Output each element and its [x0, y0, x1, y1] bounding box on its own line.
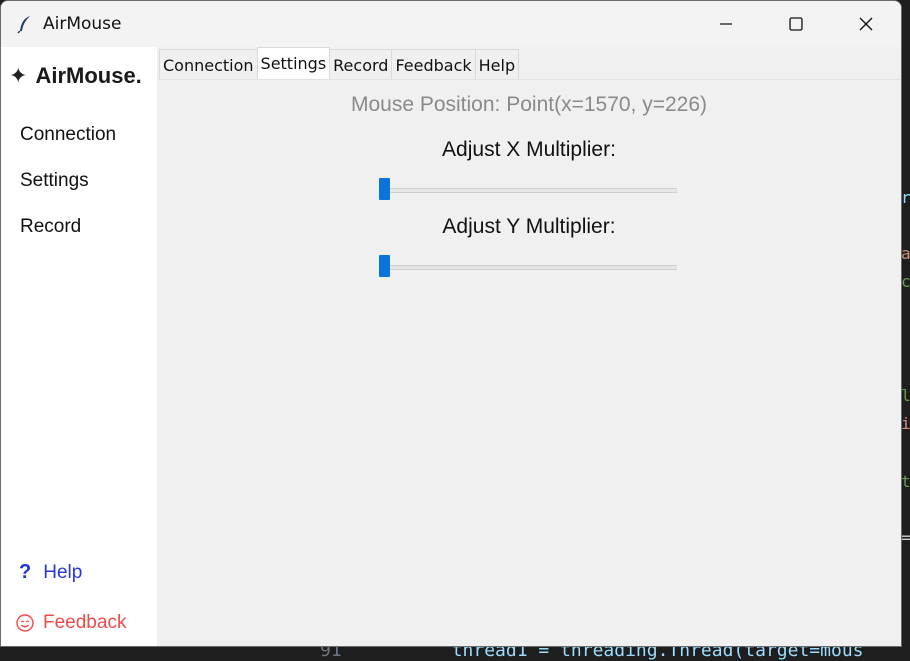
- slider-thumb[interactable]: [379, 255, 390, 277]
- brand: ✦ AirMouse.: [9, 63, 142, 89]
- tab-divider: [157, 79, 901, 80]
- editor-fragment: i: [901, 414, 910, 433]
- tab-help[interactable]: Help: [474, 49, 520, 80]
- window-title: AirMouse: [43, 14, 122, 34]
- minimize-icon: [720, 23, 732, 25]
- slider-track: [379, 265, 677, 270]
- y-multiplier-slider[interactable]: [379, 255, 677, 277]
- sidebar-help-link[interactable]: ? Help: [19, 561, 82, 584]
- maximize-icon: [789, 17, 803, 31]
- editor-fragment: a: [901, 244, 910, 263]
- x-multiplier-slider[interactable]: [379, 178, 677, 200]
- editor-fragment: t: [901, 472, 910, 491]
- y-multiplier-label: Adjust Y Multiplier:: [442, 215, 616, 238]
- tab-feedback[interactable]: Feedback: [391, 49, 476, 80]
- main-panel: Connection Settings Record Feedback Help…: [157, 47, 901, 646]
- sidebar-feedback-link[interactable]: Feedback: [15, 612, 126, 634]
- slider-track: [379, 188, 677, 193]
- minimize-button[interactable]: [691, 1, 761, 47]
- sidebar-item-settings[interactable]: Settings: [20, 170, 89, 192]
- brand-name: AirMouse.: [35, 63, 142, 88]
- mouse-position-text: Mouse Position: Point(x=1570, y=226): [350, 93, 708, 116]
- feather-icon: [17, 16, 30, 34]
- tab-record[interactable]: Record: [329, 49, 393, 80]
- slider-thumb[interactable]: [379, 178, 390, 200]
- window-controls: [691, 1, 901, 47]
- tab-settings[interactable]: Settings: [256, 47, 331, 80]
- sidebar-item-record[interactable]: Record: [20, 216, 81, 238]
- editor-fragment: c: [901, 272, 910, 291]
- feedback-label: Feedback: [43, 612, 127, 633]
- question-icon: ?: [19, 561, 32, 583]
- close-button[interactable]: [831, 1, 901, 47]
- help-label: Help: [43, 561, 83, 583]
- editor-fragment: =: [901, 528, 910, 547]
- editor-fragment: l: [901, 386, 910, 405]
- maximize-button[interactable]: [761, 1, 831, 47]
- tab-connection[interactable]: Connection: [159, 49, 258, 80]
- airmouse-window: AirMouse ✦ AirMouse. Connection Settings…: [0, 0, 902, 647]
- sparkle-icon: ✦: [9, 63, 28, 88]
- close-icon: [859, 17, 873, 31]
- sidebar: ✦ AirMouse. Connection Settings Record ?…: [1, 47, 157, 646]
- tab-bar: Connection Settings Record Feedback Help: [159, 47, 520, 82]
- smile-icon: [16, 614, 34, 632]
- editor-fragment: r: [901, 188, 910, 207]
- sidebar-item-connection[interactable]: Connection: [20, 124, 116, 146]
- x-multiplier-label: Adjust X Multiplier:: [442, 138, 616, 161]
- title-bar[interactable]: AirMouse: [1, 1, 901, 47]
